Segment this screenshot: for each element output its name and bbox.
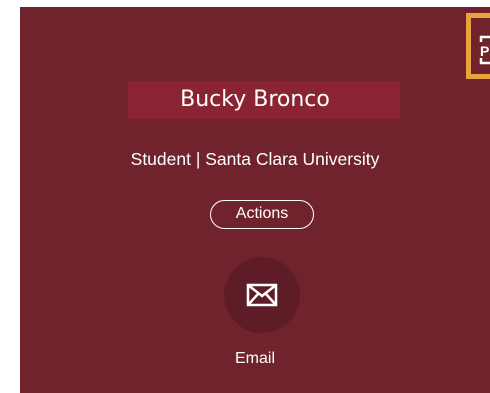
pdf-document-icon: PDF [479,35,490,65]
profile-name: Bucky Bronco [180,87,330,112]
envelope-icon [246,283,278,307]
email-button[interactable] [224,257,300,333]
pdf-label: PDF [480,43,490,59]
contact-card: PDF Bucky Bronco Student | Santa Clara U… [20,7,490,393]
pdf-button[interactable]: PDF [466,13,490,79]
profile-subtitle: Student | Santa Clara University [130,149,380,169]
actions-button[interactable]: Actions [210,200,314,229]
email-label: Email [234,350,275,367]
